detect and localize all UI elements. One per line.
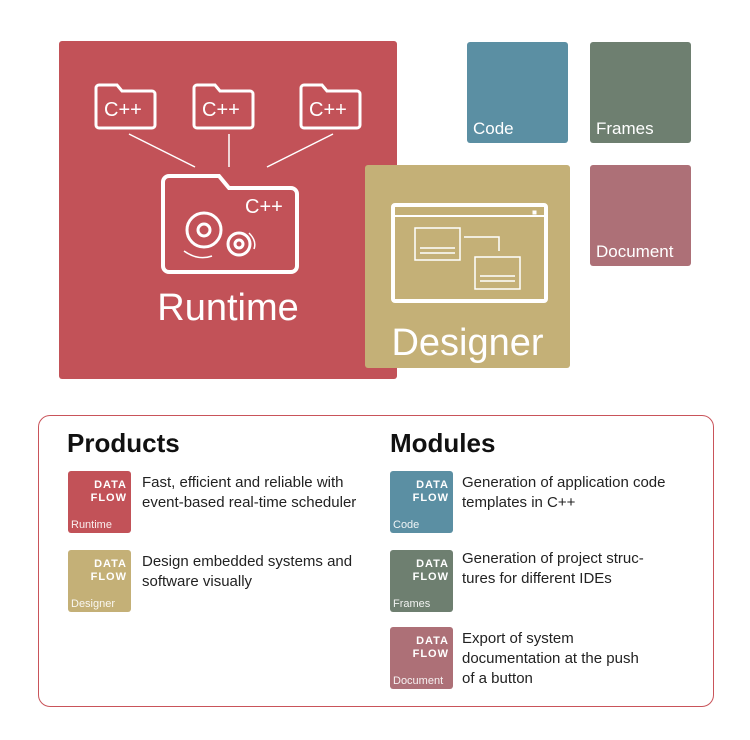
frames-label: Frames: [596, 119, 654, 138]
folder-label: C++: [104, 99, 142, 121]
runtime-label: Runtime: [157, 287, 299, 329]
designer-label: Designer: [391, 322, 544, 364]
main-folder-label: C++: [245, 196, 283, 218]
frames-badge: DATA FLOW Frames: [390, 550, 453, 612]
designer-description: Design embedded systems and software vis…: [142, 553, 353, 590]
frames-description: Generation of project struc­tures for di…: [462, 550, 644, 587]
products-heading: Products: [67, 428, 180, 458]
folder-label: C++: [309, 99, 347, 121]
designer-badge: DATA FLOW Designer: [68, 550, 131, 612]
code-badge: DATA FLOW Code: [390, 471, 453, 533]
code-label: Code: [473, 119, 514, 138]
modules-heading: Modules: [390, 428, 496, 458]
runtime-description: Fast, efficient and reliable with event-…: [142, 474, 357, 511]
designer-tile: Designer: [365, 165, 570, 368]
document-tile: Document: [590, 165, 691, 266]
document-label: Document: [596, 242, 674, 261]
document-description: Export of system documentation at the pu…: [462, 630, 639, 687]
dataflow-overview: C++ C++ C++ C++ Runtime Designer Code Fr…: [0, 0, 750, 740]
runtime-badge: DATA FLOW Runtime: [68, 471, 131, 533]
code-description: Generation of application code templates…: [462, 474, 666, 511]
document-badge: DATA FLOW Document: [390, 627, 453, 689]
code-tile: Code: [467, 42, 568, 143]
folder-label: C++: [202, 99, 240, 121]
frames-tile: Frames: [590, 42, 691, 143]
runtime-tile: C++ C++ C++ C++ Runtime: [59, 41, 397, 379]
